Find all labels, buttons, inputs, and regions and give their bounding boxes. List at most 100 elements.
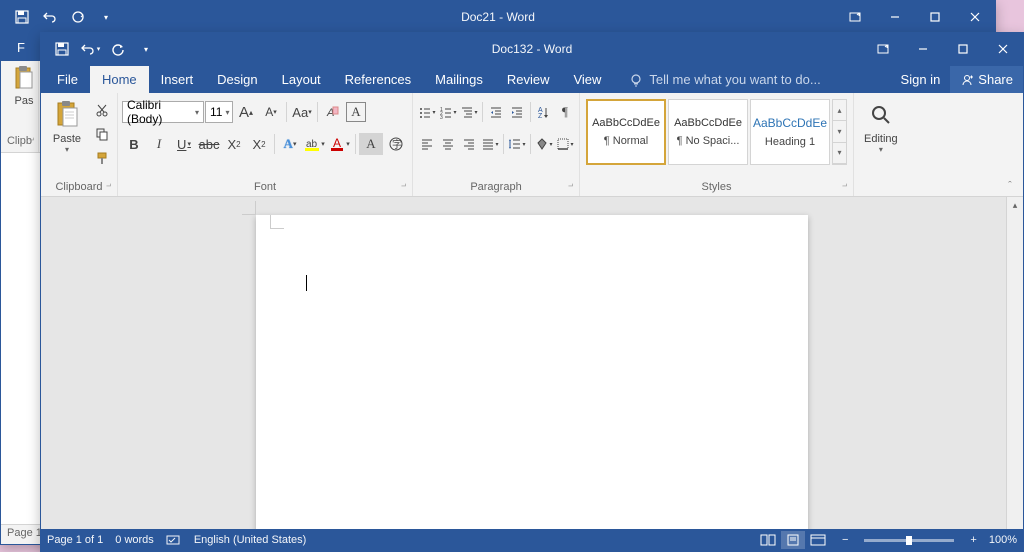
italic-button[interactable]: I bbox=[147, 133, 171, 155]
qat-customize-icon[interactable]: ▾ bbox=[133, 36, 159, 62]
shading-icon[interactable]: ▾ bbox=[534, 133, 554, 155]
tab-file-back[interactable]: F bbox=[5, 34, 37, 61]
subscript-button[interactable]: X2 bbox=[222, 133, 246, 155]
decrease-indent-icon[interactable] bbox=[486, 101, 506, 123]
tab-file[interactable]: File bbox=[45, 66, 90, 93]
svg-text:Z: Z bbox=[538, 113, 543, 119]
strikethrough-button[interactable]: abc bbox=[197, 133, 221, 155]
group-styles: AaBbCcDdEe ¶ Normal AaBbCcDdEe ¶ No Spac… bbox=[580, 93, 854, 196]
maximize-icon[interactable] bbox=[943, 33, 983, 65]
undo-icon[interactable]: ▾ bbox=[77, 36, 103, 62]
highlight-icon[interactable]: ab▾ bbox=[303, 133, 327, 155]
paste-button-back[interactable]: Pas bbox=[3, 63, 45, 109]
redo-icon[interactable] bbox=[65, 4, 91, 30]
read-mode-icon[interactable] bbox=[756, 531, 780, 549]
zoom-slider[interactable] bbox=[864, 539, 954, 542]
editing-dropdown[interactable]: Editing ▾ bbox=[858, 97, 904, 156]
chevron-down-icon: ▾ bbox=[879, 145, 883, 154]
align-right-icon[interactable] bbox=[459, 133, 479, 155]
undo-icon[interactable] bbox=[37, 4, 63, 30]
enclose-characters-icon[interactable]: 字 bbox=[384, 133, 408, 155]
grow-font-icon[interactable]: A▴ bbox=[234, 101, 258, 123]
share-button[interactable]: Share bbox=[950, 66, 1023, 93]
tab-mailings[interactable]: Mailings bbox=[423, 66, 495, 93]
maximize-icon[interactable] bbox=[915, 1, 955, 33]
tab-references[interactable]: References bbox=[333, 66, 423, 93]
superscript-button[interactable]: X2 bbox=[247, 133, 271, 155]
group-editing: Editing ▾ . bbox=[854, 93, 908, 196]
window-title: Doc132 - Word bbox=[492, 42, 572, 56]
bullets-icon[interactable]: ▾ bbox=[417, 101, 437, 123]
minimize-icon[interactable] bbox=[875, 1, 915, 33]
numbering-icon[interactable]: 123▾ bbox=[438, 101, 458, 123]
paste-button[interactable]: Paste ▾ bbox=[45, 97, 89, 156]
sign-in-link[interactable]: Sign in bbox=[891, 66, 951, 93]
style-no-spacing[interactable]: AaBbCcDdEe ¶ No Spaci... bbox=[668, 99, 748, 165]
save-icon[interactable] bbox=[49, 36, 75, 62]
text-effects-icon[interactable]: A▾ bbox=[278, 133, 302, 155]
increase-indent-icon[interactable] bbox=[507, 101, 527, 123]
underline-button[interactable]: U▾ bbox=[172, 133, 196, 155]
zoom-level[interactable]: 100% bbox=[989, 534, 1017, 546]
titlebar[interactable]: ▾ ▾ Doc132 - Word bbox=[41, 33, 1023, 65]
font-name-select[interactable]: Calibri (Body)▾ bbox=[122, 101, 204, 123]
print-layout-icon[interactable] bbox=[781, 531, 805, 549]
change-case-icon[interactable]: Aa▾ bbox=[290, 101, 314, 123]
chevron-down-icon[interactable]: ▾ bbox=[833, 121, 846, 142]
scroll-up-icon[interactable]: ▴ bbox=[1007, 197, 1023, 214]
show-hide-icon[interactable]: ¶ bbox=[555, 101, 575, 123]
tab-layout[interactable]: Layout bbox=[270, 66, 333, 93]
spell-check-icon[interactable] bbox=[166, 534, 182, 546]
document-area[interactable]: ▴ bbox=[41, 197, 1023, 529]
tab-review[interactable]: Review bbox=[495, 66, 562, 93]
tab-design[interactable]: Design bbox=[205, 66, 269, 93]
justify-icon[interactable]: ▾ bbox=[480, 133, 500, 155]
zoom-out-icon[interactable]: − bbox=[842, 534, 848, 546]
align-left-icon[interactable] bbox=[417, 133, 437, 155]
page-count[interactable]: Page 1 of 1 bbox=[47, 534, 103, 546]
style-gallery-scroll[interactable]: ▴ ▾ ▾ bbox=[832, 99, 847, 165]
font-size-select[interactable]: 11▾ bbox=[205, 101, 233, 123]
web-layout-icon[interactable] bbox=[806, 531, 830, 549]
zoom-in-icon[interactable]: + bbox=[970, 534, 976, 546]
borders-icon[interactable]: ▾ bbox=[555, 133, 575, 155]
document-page[interactable] bbox=[256, 215, 808, 529]
copy-icon[interactable] bbox=[91, 123, 113, 145]
vertical-scrollbar[interactable]: ▴ bbox=[1006, 197, 1023, 529]
language-status[interactable]: English (United States) bbox=[194, 534, 307, 546]
group-label-paragraph: Paragraph bbox=[417, 179, 575, 196]
tab-home[interactable]: Home bbox=[90, 66, 149, 93]
redo-icon[interactable] bbox=[105, 36, 131, 62]
style-heading-1[interactable]: AaBbCcDdEe Heading 1 bbox=[750, 99, 830, 165]
word-count[interactable]: 0 words bbox=[115, 534, 154, 546]
close-icon[interactable] bbox=[955, 1, 995, 33]
close-icon[interactable] bbox=[983, 33, 1023, 65]
clear-formatting-icon[interactable]: A bbox=[321, 101, 345, 123]
cut-icon[interactable] bbox=[91, 99, 113, 121]
ribbon-display-icon[interactable] bbox=[835, 1, 875, 33]
style-normal[interactable]: AaBbCcDdEe ¶ Normal bbox=[586, 99, 666, 165]
format-painter-icon[interactable] bbox=[91, 147, 113, 169]
more-styles-icon[interactable]: ▾ bbox=[833, 143, 846, 164]
ribbon-display-icon[interactable] bbox=[863, 33, 903, 65]
tab-insert[interactable]: Insert bbox=[149, 66, 206, 93]
bold-button[interactable]: B bbox=[122, 133, 146, 155]
tell-me-search[interactable]: Tell me what you want to do... bbox=[621, 66, 890, 93]
chevron-down-icon: ▾ bbox=[65, 145, 69, 154]
line-spacing-icon[interactable]: ▾ bbox=[507, 133, 527, 155]
font-color-icon[interactable]: A▾ bbox=[328, 133, 352, 155]
collapse-ribbon-icon[interactable]: ˆ bbox=[1001, 178, 1019, 194]
multilevel-list-icon[interactable]: ▾ bbox=[459, 101, 479, 123]
sort-icon[interactable]: AZ bbox=[534, 101, 554, 123]
tab-view[interactable]: View bbox=[561, 66, 613, 93]
chevron-up-icon[interactable]: ▴ bbox=[833, 100, 846, 121]
minimize-icon[interactable] bbox=[903, 33, 943, 65]
ribbon: Paste ▾ Clipboard Calibri (Body)▾ 11▾ A▴… bbox=[41, 93, 1023, 197]
save-icon[interactable] bbox=[9, 4, 35, 30]
qat-customize-icon[interactable]: ▾ bbox=[93, 4, 119, 30]
align-center-icon[interactable] bbox=[438, 133, 458, 155]
shrink-font-icon[interactable]: A▾ bbox=[259, 101, 283, 123]
titlebar-back[interactable]: ▾ Doc21 - Word bbox=[1, 1, 995, 33]
character-border-icon[interactable]: A bbox=[346, 102, 366, 122]
character-shading-icon[interactable]: A bbox=[359, 133, 383, 155]
